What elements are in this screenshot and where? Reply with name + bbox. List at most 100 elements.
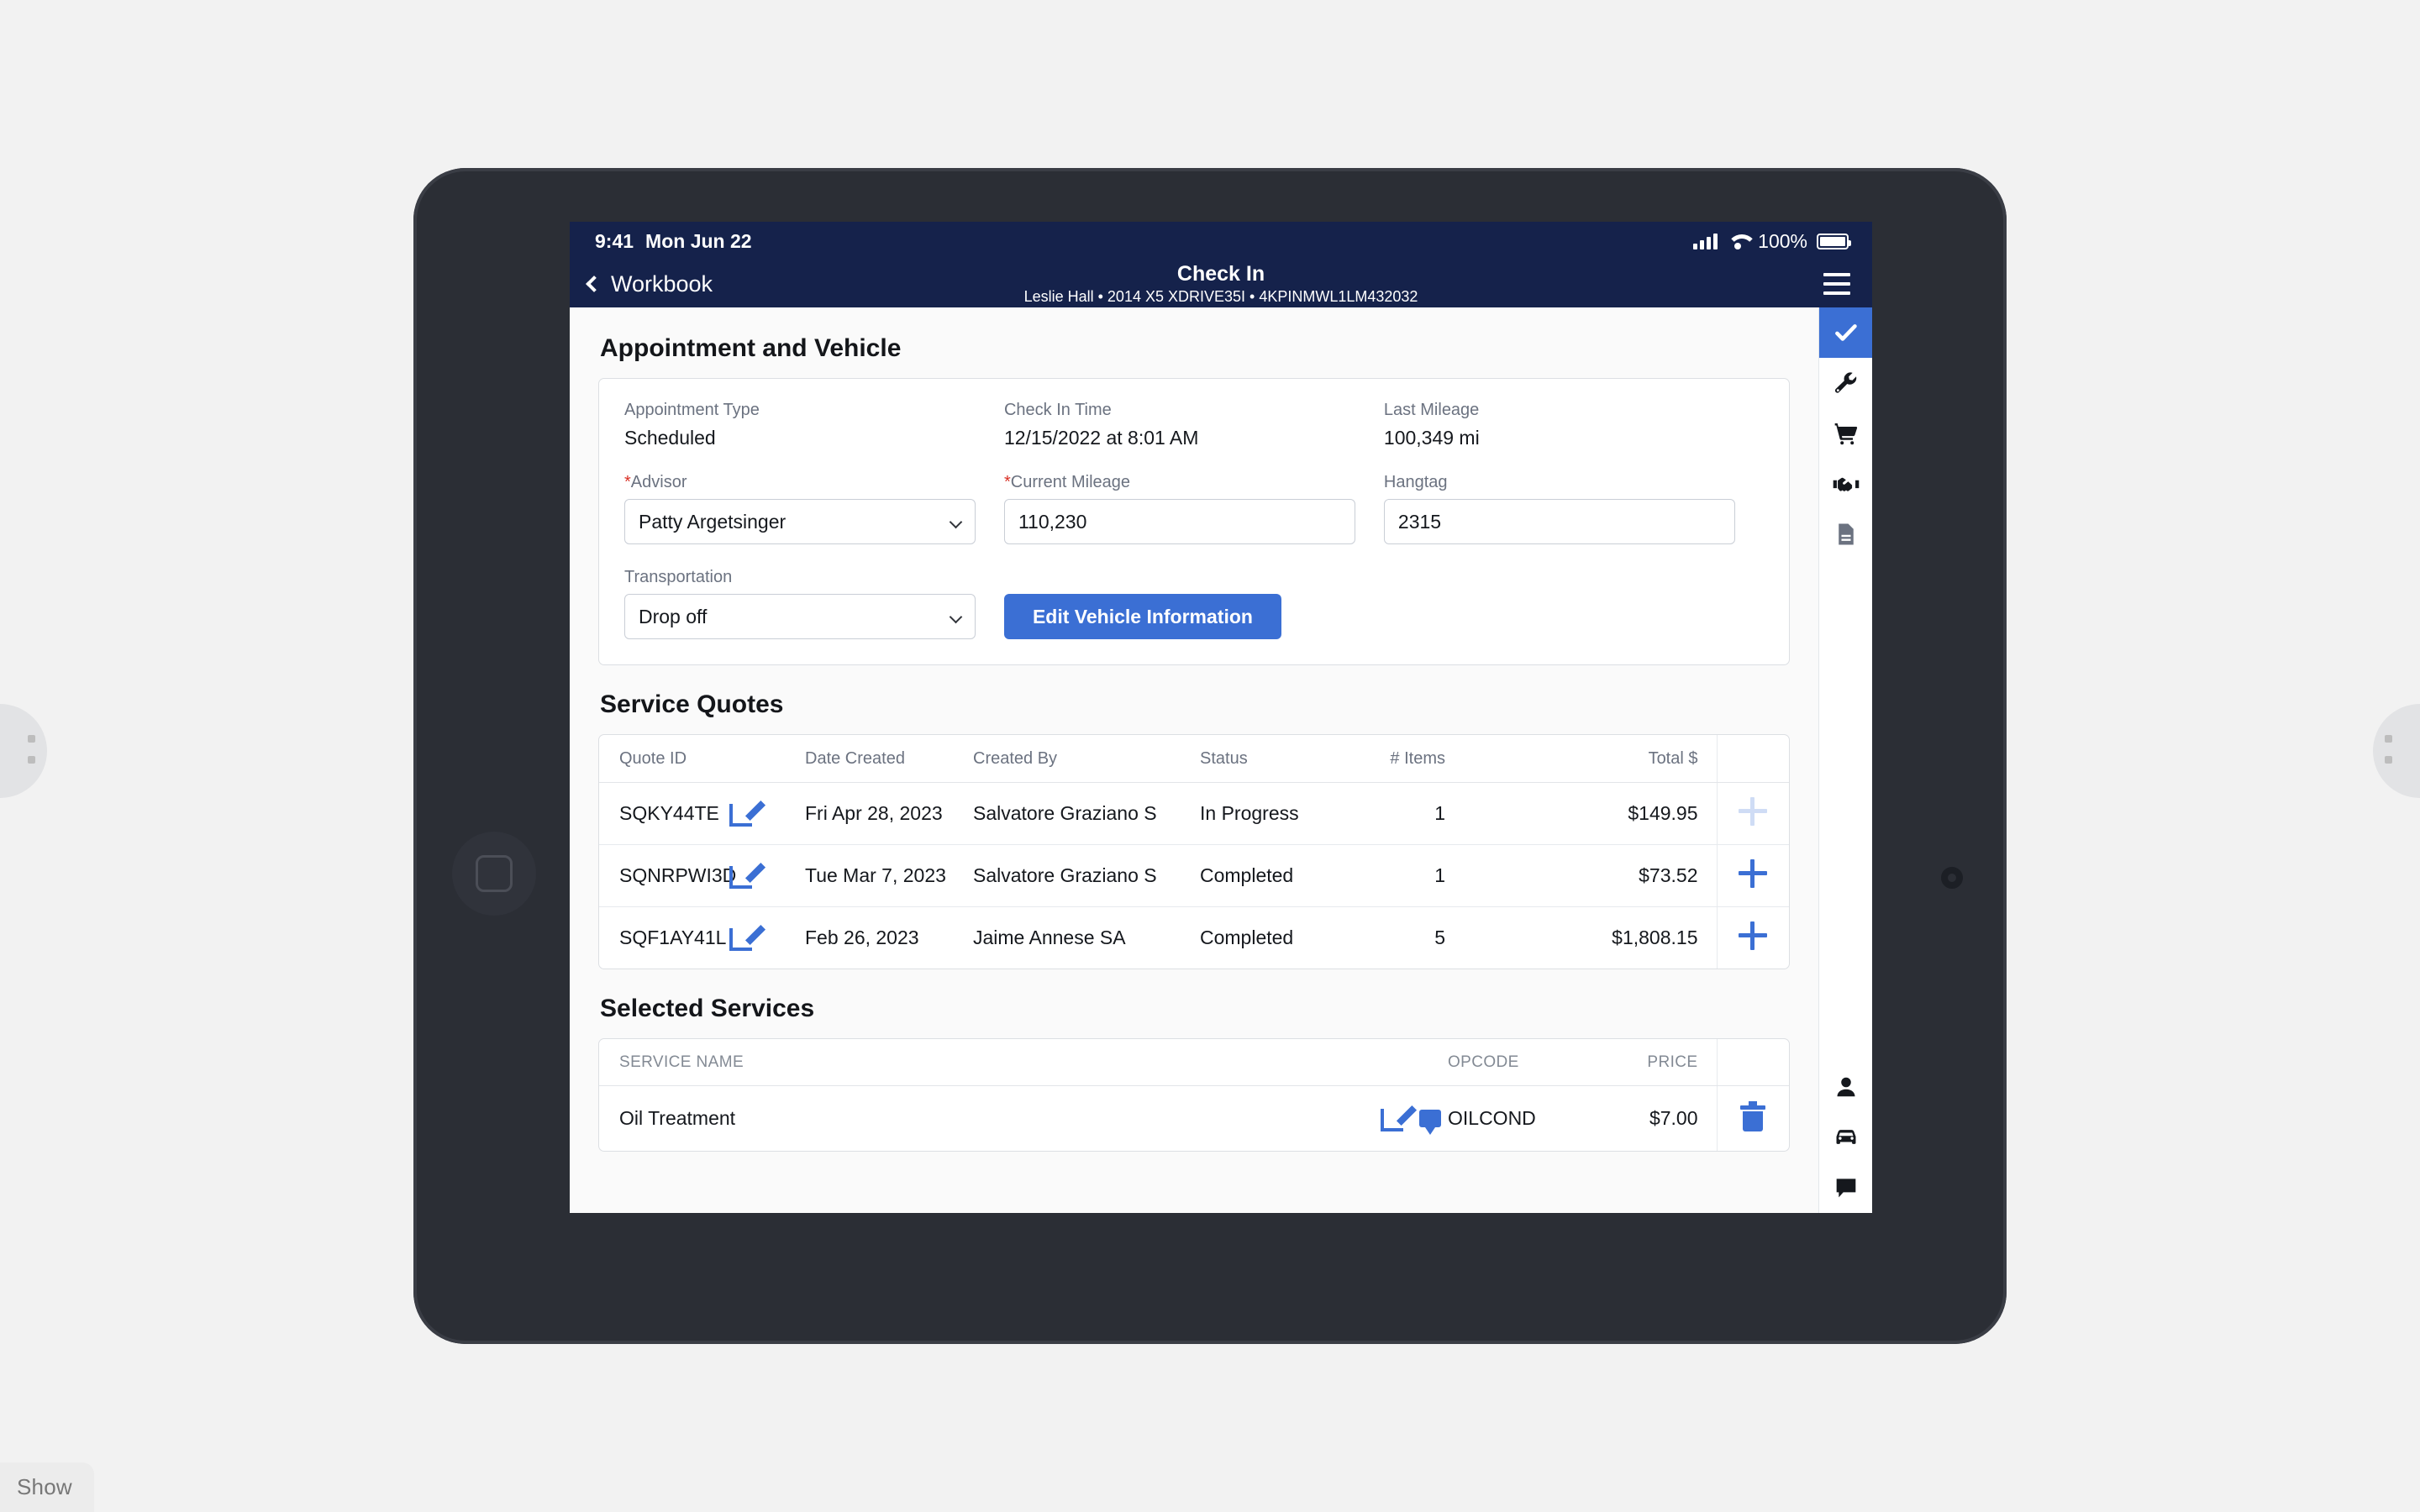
app-screen: 9:41 Mon Jun 22 100% Workbook Check In L… — [570, 222, 1872, 1213]
edge-nav-dot — [2385, 756, 2392, 764]
cell-items: 5 — [1434, 927, 1445, 948]
cell-date-created: Tue Mar 7, 2023 — [805, 844, 973, 907]
edge-nav-button-left[interactable] — [0, 704, 47, 798]
status-bar-date: Mon Jun 22 — [645, 229, 752, 252]
rail-item-car[interactable] — [1819, 1112, 1873, 1163]
cell-edit[interactable] — [729, 844, 805, 907]
chat-bubble-icon[interactable] — [1419, 1110, 1441, 1135]
edit-icon[interactable] — [1381, 1105, 1418, 1132]
cell-delete[interactable] — [1716, 1085, 1789, 1151]
column-created-by: Created By — [973, 735, 1200, 783]
cell-quote-id: SQNRPWI3D — [599, 844, 736, 907]
table-row[interactable]: SQF1AY41L Feb 26, 2023 Jaime Annese SA Comp… — [599, 906, 1789, 969]
hamburger-menu-icon[interactable] — [1823, 273, 1850, 295]
show-button[interactable]: Show — [0, 1462, 94, 1512]
edit-icon[interactable] — [729, 924, 766, 952]
table-row[interactable]: Oil Treatment OILCOND $7.00 — [599, 1085, 1789, 1152]
app-nav-bar: Workbook Check In Leslie Hall • 2014 X5 … — [570, 260, 1872, 307]
cell-created-by: Jaime Annese SA — [973, 927, 1126, 948]
delete-icon[interactable] — [1740, 1100, 1766, 1131]
required-asterisk: * — [1003, 473, 1011, 491]
current-mileage-field: *Current Mileage — [1003, 473, 1384, 544]
cell-status: Completed — [1200, 844, 1360, 907]
check-in-time-value: 12/15/2022 at 8:01 AM — [1003, 427, 1199, 449]
edge-nav-button-right[interactable] — [2373, 704, 2420, 798]
cell-price: $7.00 — [1649, 1107, 1698, 1129]
appointment-type-field: Appointment Type Scheduled — [624, 401, 1004, 449]
service-quotes-heading: Service Quotes — [600, 690, 784, 718]
home-button[interactable] — [452, 832, 536, 916]
hangtag-input[interactable] — [1383, 499, 1735, 544]
selected-services-heading: Selected Services — [600, 995, 815, 1022]
selected-services-table-body: Oil Treatment OILCOND $7.00 — [599, 1085, 1789, 1152]
cell-edit[interactable] — [729, 782, 805, 845]
cell-status: In Progress — [1200, 782, 1360, 845]
table-row[interactable]: SQKY44TE Fri Apr 28, 2023 Salvatore Grazia… — [599, 782, 1789, 845]
cellular-signal-icon — [1693, 233, 1718, 249]
add-quote-icon[interactable] — [1739, 921, 1768, 950]
service-quotes-table-body: SQKY44TE Fri Apr 28, 2023 Salvatore Grazia… — [599, 782, 1789, 969]
edit-icon[interactable] — [729, 862, 766, 890]
column-status: Status — [1200, 735, 1360, 783]
appointment-readonly-row: Appointment Type Scheduled Check In Time… — [624, 401, 1764, 449]
service-quotes-table-header: Quote ID Date Created Created By Status … — [599, 735, 1789, 783]
back-to-workbook-button[interactable]: Workbook — [586, 270, 713, 297]
battery-percent-label: 100% — [1758, 229, 1807, 252]
column-date-created: Date Created — [805, 735, 973, 783]
selected-services-table: SERVICE NAME OPCODE PRICE Oil Treatment O… — [599, 1039, 1789, 1151]
current-mileage-input[interactable] — [1003, 499, 1355, 544]
rail-item-checkmark[interactable] — [1818, 307, 1872, 358]
cell-service-name: Oil Treatment — [619, 1107, 736, 1129]
transportation-label: Transportation — [624, 568, 733, 586]
selected-services-card: SERVICE NAME OPCODE PRICE Oil Treatment O… — [598, 1038, 1790, 1152]
cell-items: 1 — [1360, 782, 1477, 845]
cell-status: Completed — [1200, 927, 1294, 948]
cell-created-by: Salvatore Graziano S — [973, 844, 1200, 907]
rail-item-person[interactable] — [1819, 1062, 1873, 1112]
service-quotes-card: Quote ID Date Created Created By Status … — [598, 734, 1790, 969]
required-asterisk: * — [624, 473, 631, 491]
last-mileage-label: Last Mileage — [1383, 401, 1480, 419]
edit-vehicle-information-button[interactable]: Edit Vehicle Information — [1003, 594, 1281, 639]
cell-service-icons[interactable] — [1322, 1086, 1448, 1152]
transportation-select[interactable] — [624, 594, 976, 639]
status-bar-indicators: 100% — [1693, 229, 1851, 253]
shopping-cart-icon — [1834, 423, 1857, 445]
page-subtitle: Leslie Hall • 2014 X5 XDRIVE35I • 4KPINM… — [1023, 288, 1418, 305]
advisor-label-text: Advisor — [630, 473, 687, 491]
appointment-vehicle-card: Appointment Type Scheduled Check In Time… — [598, 378, 1790, 665]
handshake-icon — [1833, 477, 1859, 491]
chat-bubble-icon — [1836, 1179, 1855, 1198]
column-items: # Items — [1360, 735, 1477, 783]
person-icon — [1837, 1077, 1854, 1097]
last-mileage-value: 100,349 mi — [1383, 427, 1480, 449]
rail-item-document[interactable] — [1819, 509, 1873, 559]
edit-icon[interactable] — [729, 800, 766, 827]
main-content: Appointment and Vehicle Appointment Type… — [570, 307, 1818, 1213]
cell-created-by: Salvatore Graziano S — [973, 782, 1200, 845]
wrench-icon — [1834, 371, 1857, 393]
rail-item-handshake[interactable] — [1819, 459, 1873, 509]
back-button-label: Workbook — [611, 270, 713, 297]
cell-edit[interactable] — [729, 907, 805, 969]
appointment-type-label: Appointment Type — [624, 401, 760, 419]
rail-item-chat[interactable] — [1819, 1163, 1873, 1213]
cell-quote-id: SQF1AY41L — [619, 927, 727, 948]
table-row[interactable]: SQNRPWI3D Tue Mar 7, 2023 Salvatore Grazia… — [599, 844, 1789, 907]
cell-add[interactable] — [1716, 844, 1789, 907]
cell-add[interactable] — [1716, 782, 1789, 845]
advisor-select[interactable] — [624, 499, 976, 544]
transportation-row: Transportation Edit Vehicle Information — [624, 568, 1764, 639]
cell-add[interactable] — [1716, 906, 1789, 969]
cell-total: $149.95 — [1477, 782, 1717, 845]
selected-services-table-header: SERVICE NAME OPCODE PRICE — [599, 1039, 1789, 1086]
edit-vehicle-button-cell: Edit Vehicle Information — [1003, 594, 1384, 639]
add-quote-icon[interactable] — [1739, 796, 1768, 826]
rail-item-wrench[interactable] — [1819, 358, 1873, 408]
rail-item-cart[interactable] — [1819, 408, 1873, 459]
appointment-type-value: Scheduled — [624, 427, 716, 449]
current-mileage-label-text: Current Mileage — [1010, 473, 1131, 491]
nav-title-group: Check In Leslie Hall • 2014 X5 XDRIVE35I… — [570, 260, 1872, 307]
add-quote-icon[interactable] — [1739, 858, 1768, 888]
status-bar: 9:41 Mon Jun 22 100% — [570, 222, 1872, 260]
